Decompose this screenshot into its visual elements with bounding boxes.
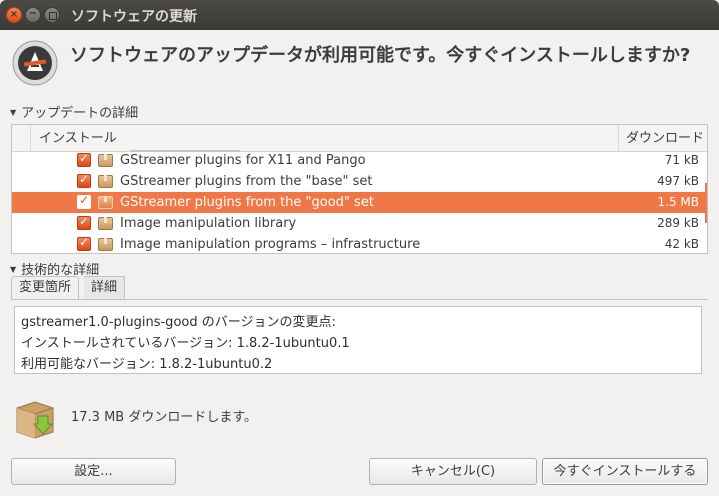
package-size: 71 kB — [664, 153, 699, 167]
settings-button[interactable]: 設定... — [11, 458, 176, 485]
changes-line: インストールされているバージョン: 1.8.2-1ubuntu0.1 — [21, 336, 350, 351]
changes-text: gstreamer1.0-plugins-good のバージョンの変更点: イン… — [14, 306, 702, 374]
install-now-button[interactable]: 今すぐインストールする — [542, 458, 708, 485]
package-icon — [98, 196, 113, 209]
minimize-window-button[interactable]: − — [25, 7, 41, 23]
update-list[interactable]: インストール ダウンロード GStreamer plugins for X11 … — [11, 124, 708, 254]
tab-changes[interactable]: 変更箇所 — [11, 276, 80, 300]
tab-details[interactable]: 詳細 — [84, 276, 126, 300]
window-title: ソフトウェアの更新 — [71, 9, 197, 25]
package-name: GStreamer plugins from the "base" set — [120, 174, 373, 189]
table-row[interactable]: GStreamer plugins for X11 and Pango 71 kB — [12, 150, 707, 171]
download-package-icon — [16, 401, 54, 439]
tab-divider — [11, 299, 708, 300]
package-name: GStreamer plugins from the "good" set — [120, 195, 374, 210]
update-details-label: アップデートの詳細 — [21, 106, 139, 121]
table-row[interactable]: Image manipulation programs – infrastruc… — [12, 234, 707, 253]
column-header-download[interactable]: ダウンロード — [618, 125, 707, 152]
software-updater-icon — [12, 40, 58, 86]
package-size: 289 kB — [657, 216, 699, 230]
expand-triangle-icon: ▼ — [10, 265, 17, 274]
changes-line: gstreamer1.0-plugins-good のバージョンの変更点: — [21, 315, 336, 330]
table-row[interactable]: Image manipulation library 289 kB — [12, 213, 707, 234]
list-header: インストール ダウンロード — [12, 125, 707, 152]
package-size: 42 kB — [664, 237, 699, 251]
package-name: Image manipulation library — [120, 216, 297, 231]
title-bar: × − ソフトウェアの更新 — [0, 0, 719, 30]
column-header-install[interactable]: インストール — [30, 125, 117, 152]
maximize-window-button[interactable] — [44, 7, 60, 23]
close-window-button[interactable]: × — [6, 7, 22, 23]
headline: ソフトウェアのアップデータが利用可能です。今すぐインストールしますか? — [70, 45, 691, 66]
package-checkbox[interactable] — [77, 214, 91, 230]
package-checkbox[interactable] — [77, 235, 91, 251]
cancel-button[interactable]: キャンセル(C) — [369, 458, 537, 485]
package-icon — [98, 175, 113, 188]
package-name: Image manipulation programs – infrastruc… — [120, 237, 421, 252]
package-icon — [98, 217, 113, 230]
download-summary: 17.3 MB ダウンロードします。 — [71, 410, 258, 425]
package-checkbox[interactable] — [77, 172, 91, 188]
package-icon — [98, 238, 113, 251]
package-icon — [98, 154, 113, 167]
package-checkbox[interactable] — [77, 151, 91, 167]
table-row[interactable]: GStreamer plugins from the "good" set 1.5… — [12, 192, 707, 213]
update-details-expander[interactable]: ▼ アップデートの詳細 — [10, 102, 138, 121]
package-size: 497 kB — [657, 174, 699, 188]
expand-triangle-icon: ▼ — [10, 108, 17, 117]
package-size: 1.5 MB — [657, 195, 699, 209]
changes-line: 利用可能なバージョン: 1.8.2-1ubuntu0.2 — [21, 357, 273, 372]
package-checkbox[interactable] — [77, 193, 91, 209]
scroll-indicator[interactable] — [705, 183, 707, 223]
package-name: GStreamer plugins for X11 and Pango — [120, 153, 366, 168]
table-row[interactable]: GStreamer plugins from the "base" set 497… — [12, 171, 707, 192]
